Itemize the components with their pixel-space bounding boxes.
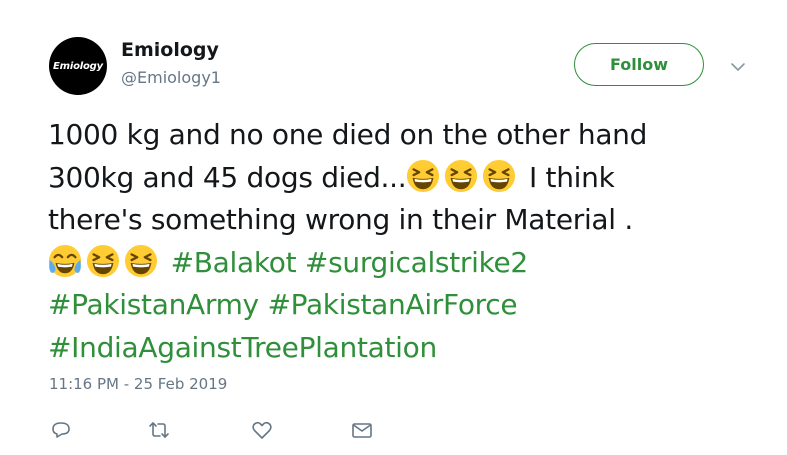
hashtag-link[interactable]: #PakistanArmy (48, 288, 259, 321)
tweet-line-2: 300kg and 45 dogs died... I think (48, 157, 768, 200)
tweet-line-6: #IndiaAgainstTreePlantation (48, 327, 768, 370)
hashtag-link[interactable]: #IndiaAgainstTreePlantation (48, 331, 437, 364)
tweet-actions (0, 415, 787, 445)
tweet-line-2-suffix: I think (520, 160, 615, 194)
user-handle[interactable]: @Emiology1 (121, 68, 221, 87)
avatar-logo-text: Emiology (53, 60, 103, 72)
hashtag-link[interactable]: #Balakot (171, 246, 297, 279)
reply-icon[interactable] (49, 418, 73, 442)
tweet-timestamp[interactable]: 11:16 PM - 25 Feb 2019 (49, 375, 227, 393)
follow-button[interactable]: Follow (574, 43, 704, 86)
grinning-squinting-face-icon (483, 159, 516, 192)
tweet-line-3: there's something wrong in their Materia… (48, 203, 633, 236)
hashtag-link[interactable]: #surgicalstrike2 (305, 246, 528, 279)
tweet-line-5: #PakistanArmy #PakistanAirForce (48, 284, 768, 327)
tweet-line-1: 1000 kg and no one died on the other han… (48, 118, 648, 151)
avatar[interactable]: Emiology (49, 37, 107, 95)
tweet-line-2-text: 300kg and 45 dogs died... (48, 160, 407, 194)
grinning-squinting-face-icon (445, 159, 478, 192)
tweet-card: Emiology Emiology @Emiology1 Follow 1000… (0, 0, 787, 455)
like-icon[interactable] (250, 418, 274, 442)
hashtag-link[interactable]: #PakistanAirForce (267, 288, 517, 321)
grinning-squinting-face-icon (86, 244, 120, 277)
grinning-squinting-face-icon (407, 159, 440, 192)
tweet-text: 1000 kg and no one died on the other han… (48, 114, 768, 369)
grinning-squinting-face-icon (124, 244, 158, 277)
face-with-tears-of-joy-icon (48, 244, 82, 277)
tweet-line-4: #Balakot #surgicalstrike2 (48, 242, 768, 285)
retweet-icon[interactable] (147, 418, 171, 442)
display-name[interactable]: Emiology (121, 39, 219, 61)
chevron-down-icon[interactable] (729, 58, 747, 76)
direct-message-icon[interactable] (350, 418, 374, 442)
